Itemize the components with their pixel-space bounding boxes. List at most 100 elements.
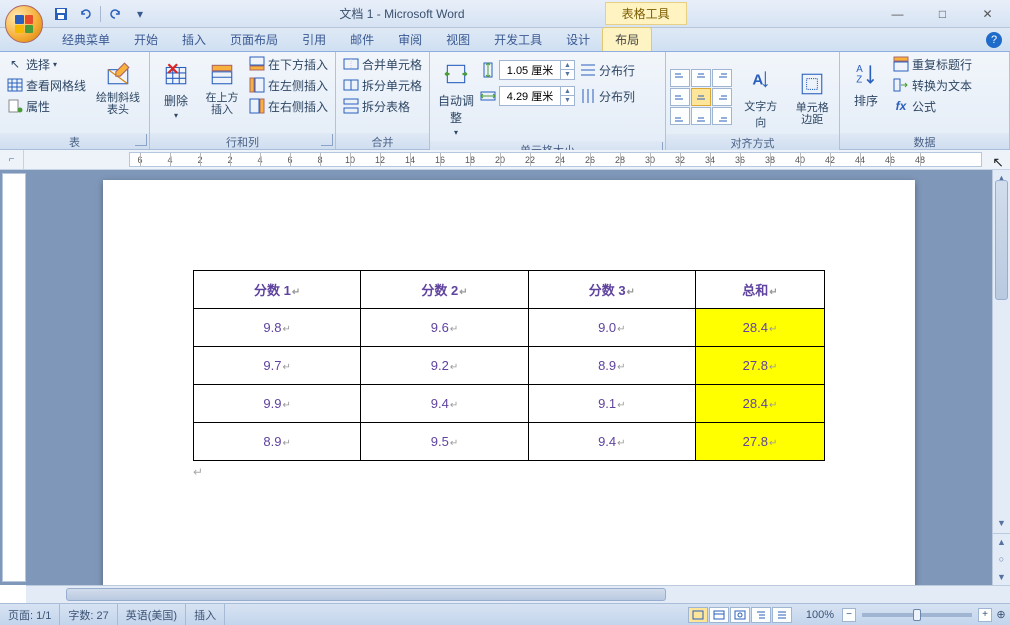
cell-margins-button[interactable]: 单元格边距 — [790, 64, 836, 130]
qat-redo-button[interactable] — [105, 3, 127, 25]
table-cell[interactable]: 8.9↵ — [194, 423, 361, 461]
formula-button[interactable]: fx公式 — [890, 96, 975, 116]
draw-diagonal-button[interactable]: 绘制斜线表头 — [91, 54, 145, 120]
table-header[interactable]: 分数 3↵ — [528, 271, 695, 309]
align-bc[interactable] — [691, 107, 711, 125]
help-button[interactable]: ? — [986, 32, 1002, 48]
tab-references[interactable]: 引用 — [290, 28, 338, 51]
merge-cells-button[interactable]: 合并单元格 — [340, 54, 425, 74]
zoom-level[interactable]: 100% — [798, 604, 842, 625]
table-row[interactable]: 9.8↵9.6↵9.0↵28.4↵ — [194, 309, 825, 347]
status-words[interactable]: 字数: 27 — [60, 604, 117, 625]
scrollbar-thumb-h[interactable] — [66, 588, 666, 601]
table-cell[interactable]: 9.4↵ — [361, 385, 528, 423]
table-header[interactable]: 分数 2↵ — [361, 271, 528, 309]
align-bl[interactable] — [670, 107, 690, 125]
page[interactable]: 分数 1↵分数 2↵分数 3↵总和↵9.8↵9.6↵9.0↵28.4↵9.7↵9… — [103, 180, 915, 585]
status-language[interactable]: 英语(美国) — [118, 604, 186, 625]
repeat-header-button[interactable]: 重复标题行 — [890, 54, 975, 74]
select-button[interactable]: ↖选择▾ — [4, 54, 89, 74]
split-cells-button[interactable]: 拆分单元格 — [340, 75, 425, 95]
vertical-scrollbar[interactable]: ▲ ▼ ▲ ○ ▼ — [992, 170, 1010, 585]
align-mr[interactable] — [712, 88, 732, 106]
row-height-value[interactable] — [500, 64, 560, 76]
document-table[interactable]: 分数 1↵分数 2↵分数 3↵总和↵9.8↵9.6↵9.0↵28.4↵9.7↵9… — [193, 270, 825, 461]
table-cell[interactable]: 9.4↵ — [528, 423, 695, 461]
align-tl[interactable] — [670, 69, 690, 87]
minimize-button[interactable]: — — [875, 3, 920, 25]
spin-up-icon[interactable]: ▲ — [560, 87, 574, 96]
scrollbar-thumb[interactable] — [995, 180, 1008, 300]
spin-down-icon[interactable]: ▼ — [560, 96, 574, 105]
align-mc[interactable] — [691, 88, 711, 106]
properties-button[interactable]: 属性 — [4, 96, 89, 116]
table-cell[interactable]: 27.8↵ — [695, 423, 824, 461]
tab-developer[interactable]: 开发工具 — [482, 28, 554, 51]
col-width-input[interactable]: ▲▼ — [499, 86, 575, 106]
convert-text-button[interactable]: 转换为文本 — [890, 75, 975, 95]
delete-button[interactable]: 删除▾ — [154, 54, 198, 124]
zoom-knob[interactable] — [913, 609, 921, 621]
tab-mailings[interactable]: 邮件 — [338, 28, 386, 51]
launcher-icon[interactable] — [321, 134, 333, 146]
table-cell[interactable]: 9.9↵ — [194, 385, 361, 423]
maximize-button[interactable]: □ — [920, 3, 965, 25]
table-row[interactable]: 9.7↵9.2↵8.9↵27.8↵ — [194, 347, 825, 385]
prev-page-icon[interactable]: ▲ — [993, 533, 1010, 549]
status-mode[interactable]: 插入 — [186, 604, 225, 625]
zoom-in-button[interactable]: + — [978, 608, 992, 622]
align-tr[interactable] — [712, 69, 732, 87]
spin-up-icon[interactable]: ▲ — [560, 61, 574, 70]
zoom-out-button[interactable]: − — [842, 608, 856, 622]
table-cell[interactable]: 8.9↵ — [528, 347, 695, 385]
tab-classic[interactable]: 经典菜单 — [50, 28, 122, 51]
tab-home[interactable]: 开始 — [122, 28, 170, 51]
zoom-slider[interactable] — [862, 613, 972, 617]
text-direction-button[interactable]: A 文字方向 — [738, 60, 784, 134]
sort-button[interactable]: AZ 排序 — [844, 54, 888, 113]
split-table-button[interactable]: 拆分表格 — [340, 96, 425, 116]
qat-undo-button[interactable] — [74, 3, 96, 25]
next-page-icon[interactable]: ▼ — [993, 569, 1010, 585]
qat-customize-button[interactable]: ▾ — [129, 3, 151, 25]
insert-left-button[interactable]: 在左侧插入 — [246, 75, 331, 95]
tab-insert[interactable]: 插入 — [170, 28, 218, 51]
scroll-down-icon[interactable]: ▼ — [993, 515, 1010, 531]
close-button[interactable]: ✕ — [965, 3, 1010, 25]
vertical-ruler[interactable] — [2, 173, 26, 582]
horizontal-ruler[interactable]: 6422468101214161820222426283032343638404… — [129, 152, 982, 167]
table-cell[interactable]: 28.4↵ — [695, 385, 824, 423]
align-tc[interactable] — [691, 69, 711, 87]
table-cell[interactable]: 9.7↵ — [194, 347, 361, 385]
autofit-button[interactable]: 自动调整▾ — [434, 54, 478, 141]
office-orb[interactable] — [5, 5, 43, 43]
table-cell[interactable]: 9.1↵ — [528, 385, 695, 423]
tab-design[interactable]: 设计 — [554, 28, 602, 51]
table-cell[interactable]: 27.8↵ — [695, 347, 824, 385]
tab-pagelayout[interactable]: 页面布局 — [218, 28, 290, 51]
spin-down-icon[interactable]: ▼ — [560, 70, 574, 79]
tab-review[interactable]: 审阅 — [386, 28, 434, 51]
table-row[interactable]: 8.9↵9.5↵9.4↵27.8↵ — [194, 423, 825, 461]
row-height-input[interactable]: ▲▼ — [499, 60, 575, 80]
zoom-expand-icon[interactable]: ⊕ — [992, 608, 1010, 621]
table-cell[interactable]: 9.8↵ — [194, 309, 361, 347]
tab-view[interactable]: 视图 — [434, 28, 482, 51]
distribute-rows-button[interactable]: 分布行 — [577, 60, 638, 80]
table-cell[interactable]: 9.0↵ — [528, 309, 695, 347]
launcher-icon[interactable] — [135, 134, 147, 146]
tab-layout[interactable]: 布局 — [602, 27, 652, 51]
status-page[interactable]: 页面: 1/1 — [0, 604, 60, 625]
distribute-cols-button[interactable]: 分布列 — [577, 86, 638, 106]
ruler-corner[interactable]: ⌐ — [0, 150, 24, 169]
col-width-value[interactable] — [500, 90, 560, 102]
horizontal-scrollbar[interactable] — [26, 585, 1010, 603]
table-cell[interactable]: 9.2↵ — [361, 347, 528, 385]
insert-above-button[interactable]: 在上方插入 — [200, 54, 244, 120]
canvas-scroll[interactable]: 分数 1↵分数 2↵分数 3↵总和↵9.8↵9.6↵9.0↵28.4↵9.7↵9… — [26, 170, 992, 585]
insert-right-button[interactable]: 在右侧插入 — [246, 96, 331, 116]
align-br[interactable] — [712, 107, 732, 125]
gridlines-button[interactable]: 查看网格线 — [4, 75, 89, 95]
table-header[interactable]: 总和↵ — [695, 271, 824, 309]
table-row[interactable]: 9.9↵9.4↵9.1↵28.4↵ — [194, 385, 825, 423]
